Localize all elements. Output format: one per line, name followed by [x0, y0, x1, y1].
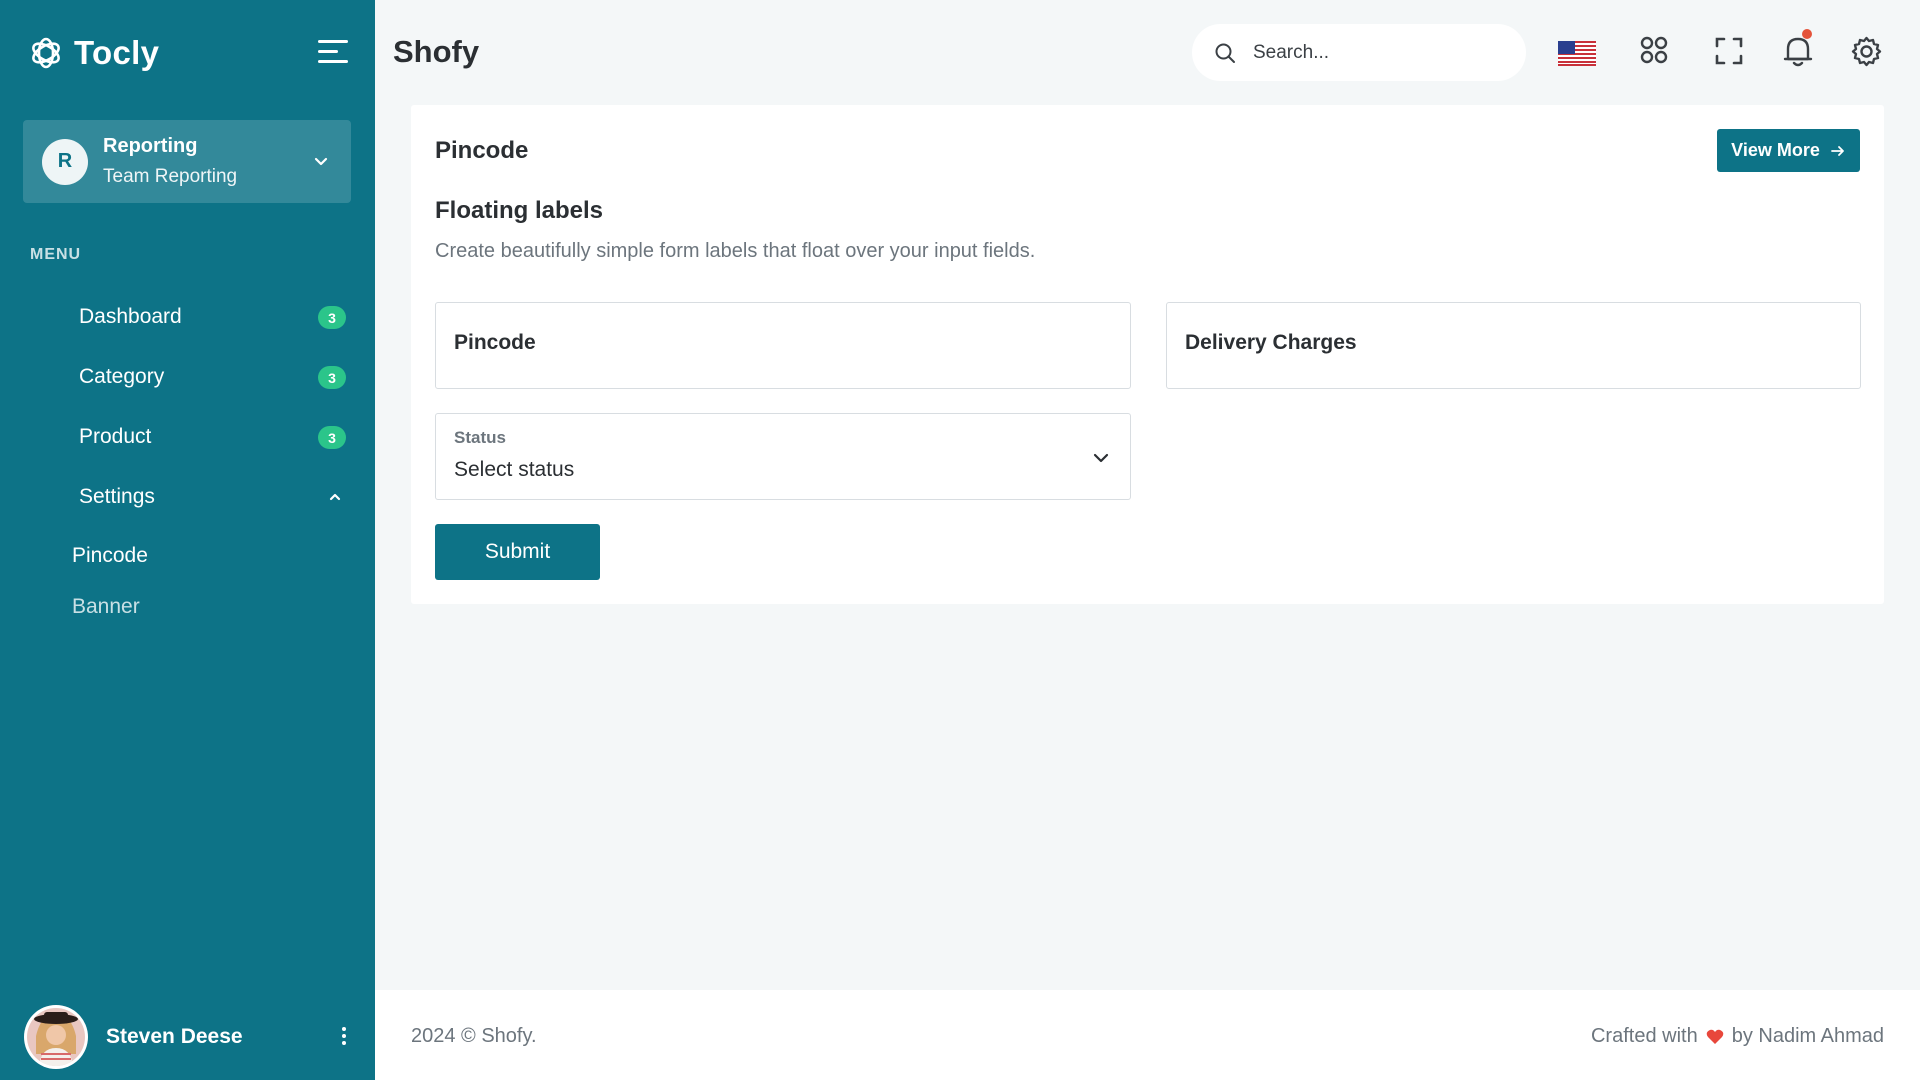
footer-crafted-suffix: by Nadim Ahmad [1731, 1025, 1884, 1047]
more-vertical-icon[interactable] [340, 1027, 348, 1047]
sidebar-item-settings[interactable]: Settings [79, 477, 349, 517]
pincode-card: Pincode View More Floating labels Create… [411, 105, 1884, 604]
count-badge: 3 [318, 366, 346, 389]
apps-grid-icon[interactable] [1639, 35, 1669, 65]
sidebar-item-product[interactable]: Product 3 [79, 417, 349, 457]
view-more-label: View More [1731, 140, 1820, 160]
menu-section-label: MENU [30, 246, 82, 263]
search-box[interactable] [1192, 24, 1526, 81]
tocly-logo-icon [32, 37, 60, 69]
chevron-down-icon [314, 157, 328, 166]
sidebar-item-label: Category [79, 365, 165, 388]
pincode-field[interactable]: Pincode [435, 302, 1131, 389]
count-badge: 3 [318, 306, 346, 329]
pincode-field-label: Pincode [454, 331, 536, 354]
us-flag-icon[interactable] [1558, 41, 1596, 66]
team-name: Reporting [103, 135, 198, 157]
team-switcher[interactable]: R Reporting Team Reporting [23, 120, 351, 203]
gear-icon[interactable] [1850, 35, 1883, 68]
brand[interactable]: Tocly [28, 34, 159, 72]
page-title: Shofy [393, 34, 480, 69]
heart-icon [1706, 1029, 1723, 1044]
sidebar-item-label: Dashboard [79, 305, 182, 328]
user-profile[interactable]: Steven Deese [24, 1005, 354, 1069]
sidebar-subitem-banner[interactable]: Banner [72, 595, 140, 619]
team-avatar: R [42, 138, 88, 185]
sidebar-item-dashboard[interactable]: Dashboard 3 [79, 297, 349, 337]
search-icon [1215, 43, 1235, 63]
delivery-charges-field-label: Delivery Charges [1185, 331, 1357, 354]
section-title: Floating labels [435, 197, 604, 224]
chevron-down-icon [1093, 453, 1109, 463]
delivery-charges-field[interactable]: Delivery Charges [1166, 302, 1861, 389]
brand-name: Tocly [74, 34, 160, 71]
footer-crafted-prefix: Crafted with [1590, 1025, 1698, 1047]
search-input[interactable] [1253, 41, 1493, 64]
count-badge: 3 [318, 426, 346, 449]
arrow-right-icon [1830, 145, 1844, 156]
sidebar: Tocly R Reporting Team Reporting MENU Da… [0, 0, 375, 1080]
footer: 2024 © Shofy. Crafted with by Nadim Ahma… [375, 990, 1920, 1080]
submit-button[interactable]: Submit [435, 524, 600, 580]
view-more-button[interactable]: View More [1717, 129, 1860, 172]
notification-dot [1802, 29, 1812, 39]
sidebar-item-label: Settings [79, 485, 155, 508]
sidebar-item-label: Product [79, 425, 152, 448]
status-select[interactable]: Status Select status [435, 413, 1131, 500]
footer-credits: Crafted with by Nadim Ahmad [1591, 1025, 1884, 1048]
card-title: Pincode [435, 137, 529, 164]
avatar[interactable] [24, 1005, 88, 1069]
status-select-value: Select status [454, 458, 575, 481]
user-avatar-image [27, 1008, 85, 1066]
user-name: Steven Deese [106, 1025, 243, 1048]
sidebar-subitem-pincode[interactable]: Pincode [72, 544, 148, 568]
chevron-up-icon [329, 493, 341, 501]
status-select-label: Status [454, 428, 506, 447]
footer-copyright: 2024 © Shofy. [411, 1025, 537, 1047]
team-subtitle: Team Reporting [103, 166, 238, 187]
fullscreen-icon[interactable] [1713, 35, 1745, 67]
section-description: Create beautifully simple form labels th… [435, 240, 1036, 262]
sidebar-item-category[interactable]: Category 3 [79, 357, 349, 397]
menu-toggle-icon[interactable] [318, 40, 348, 66]
